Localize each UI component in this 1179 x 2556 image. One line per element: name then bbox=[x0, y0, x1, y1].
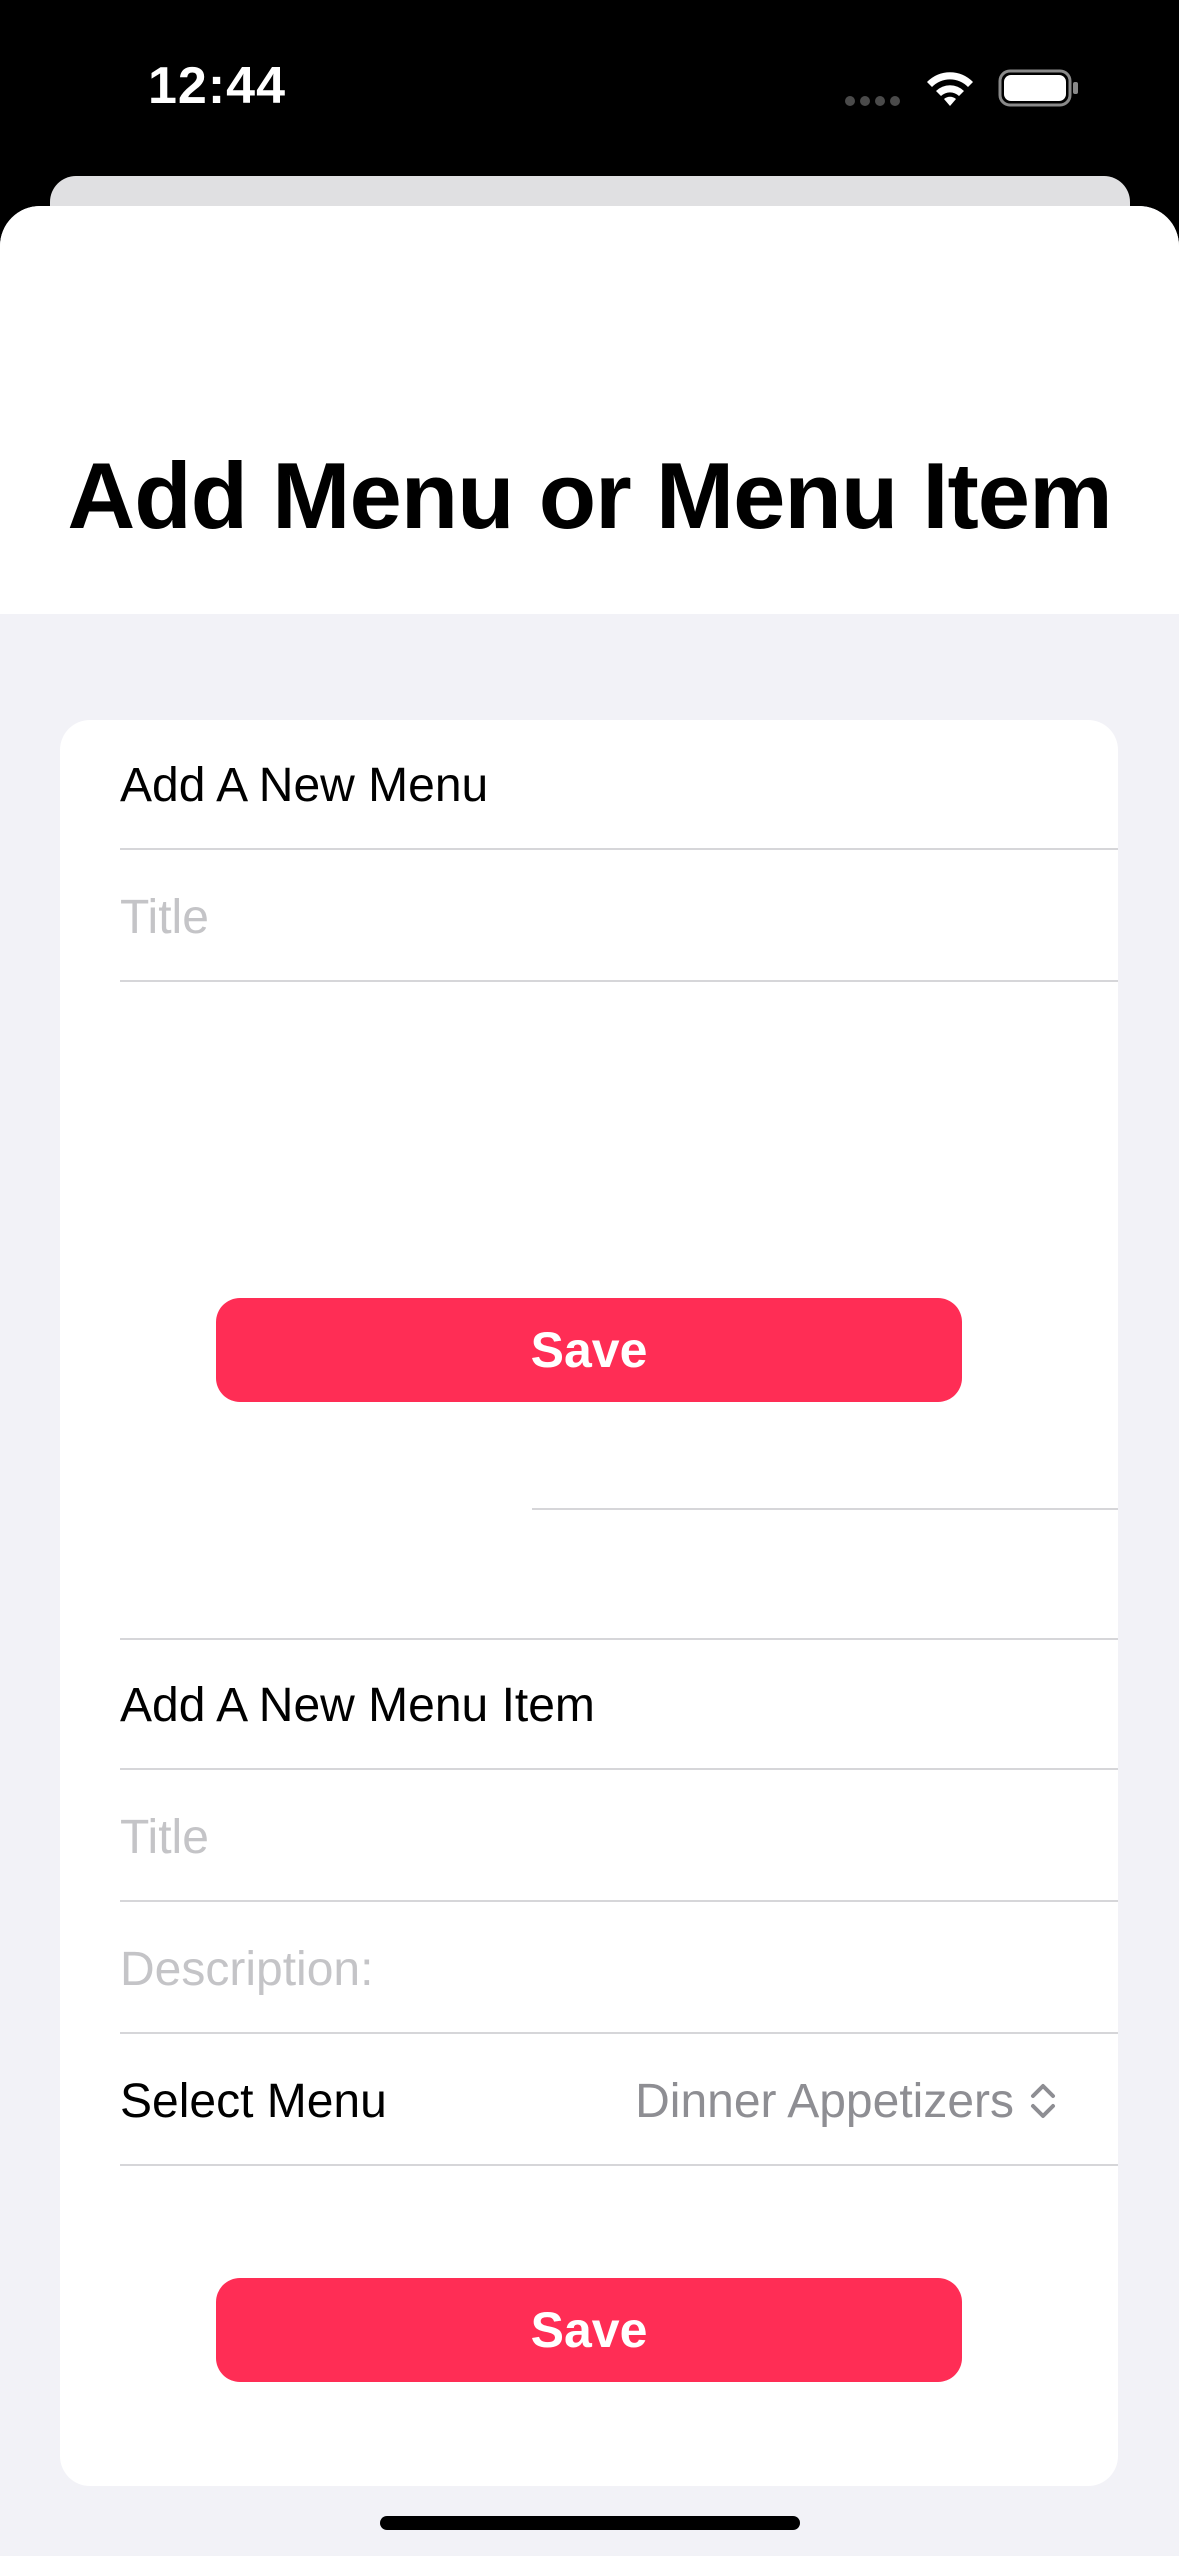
cellular-signal-icon bbox=[845, 93, 905, 106]
menu-title-input[interactable] bbox=[120, 889, 1118, 945]
modal-sheet: Add Menu or Menu Item Add A New Menu Sav… bbox=[0, 206, 1179, 2556]
menu-item-section-header-label: Add A New Menu Item bbox=[120, 1678, 595, 1732]
divider bbox=[532, 1508, 1118, 1510]
select-menu-label: Select Menu bbox=[120, 2074, 387, 2128]
menu-item-title-row[interactable] bbox=[120, 1772, 1118, 1902]
wifi-icon bbox=[927, 72, 973, 106]
select-menu-value: Dinner Appetizers bbox=[635, 2074, 1014, 2128]
form-card: Add A New Menu Save Add A New Menu Item … bbox=[60, 720, 1118, 2486]
save-menu-item-button[interactable]: Save bbox=[216, 2278, 962, 2382]
home-indicator[interactable] bbox=[380, 2516, 800, 2530]
battery-icon bbox=[998, 69, 1078, 107]
menu-title-row[interactable] bbox=[120, 852, 1118, 982]
menu-section-header-label: Add A New Menu bbox=[120, 758, 489, 812]
menu-item-description-input[interactable] bbox=[120, 1941, 1118, 1997]
select-menu-picker[interactable]: Dinner Appetizers bbox=[635, 2036, 1058, 2166]
app-screen: 12:44 Add Menu or Menu Item Add A New Me… bbox=[0, 0, 1179, 2556]
save-menu-button[interactable]: Save bbox=[216, 1298, 962, 1402]
status-time: 12:44 bbox=[148, 57, 286, 115]
select-menu-row[interactable]: Select Menu Dinner Appetizers bbox=[120, 2036, 1118, 2166]
status-bar: 12:44 bbox=[0, 0, 1179, 176]
chevron-up-down-icon bbox=[1031, 2084, 1055, 2118]
menu-item-title-input[interactable] bbox=[120, 1809, 1118, 1865]
page-title: Add Menu or Menu Item bbox=[67, 443, 1112, 548]
menu-section-header: Add A New Menu bbox=[120, 720, 1118, 850]
menu-item-description-row[interactable] bbox=[120, 1904, 1118, 2034]
sheet-header: Add Menu or Menu Item bbox=[0, 206, 1179, 614]
menu-item-section-header: Add A New Menu Item bbox=[120, 1640, 1118, 1770]
